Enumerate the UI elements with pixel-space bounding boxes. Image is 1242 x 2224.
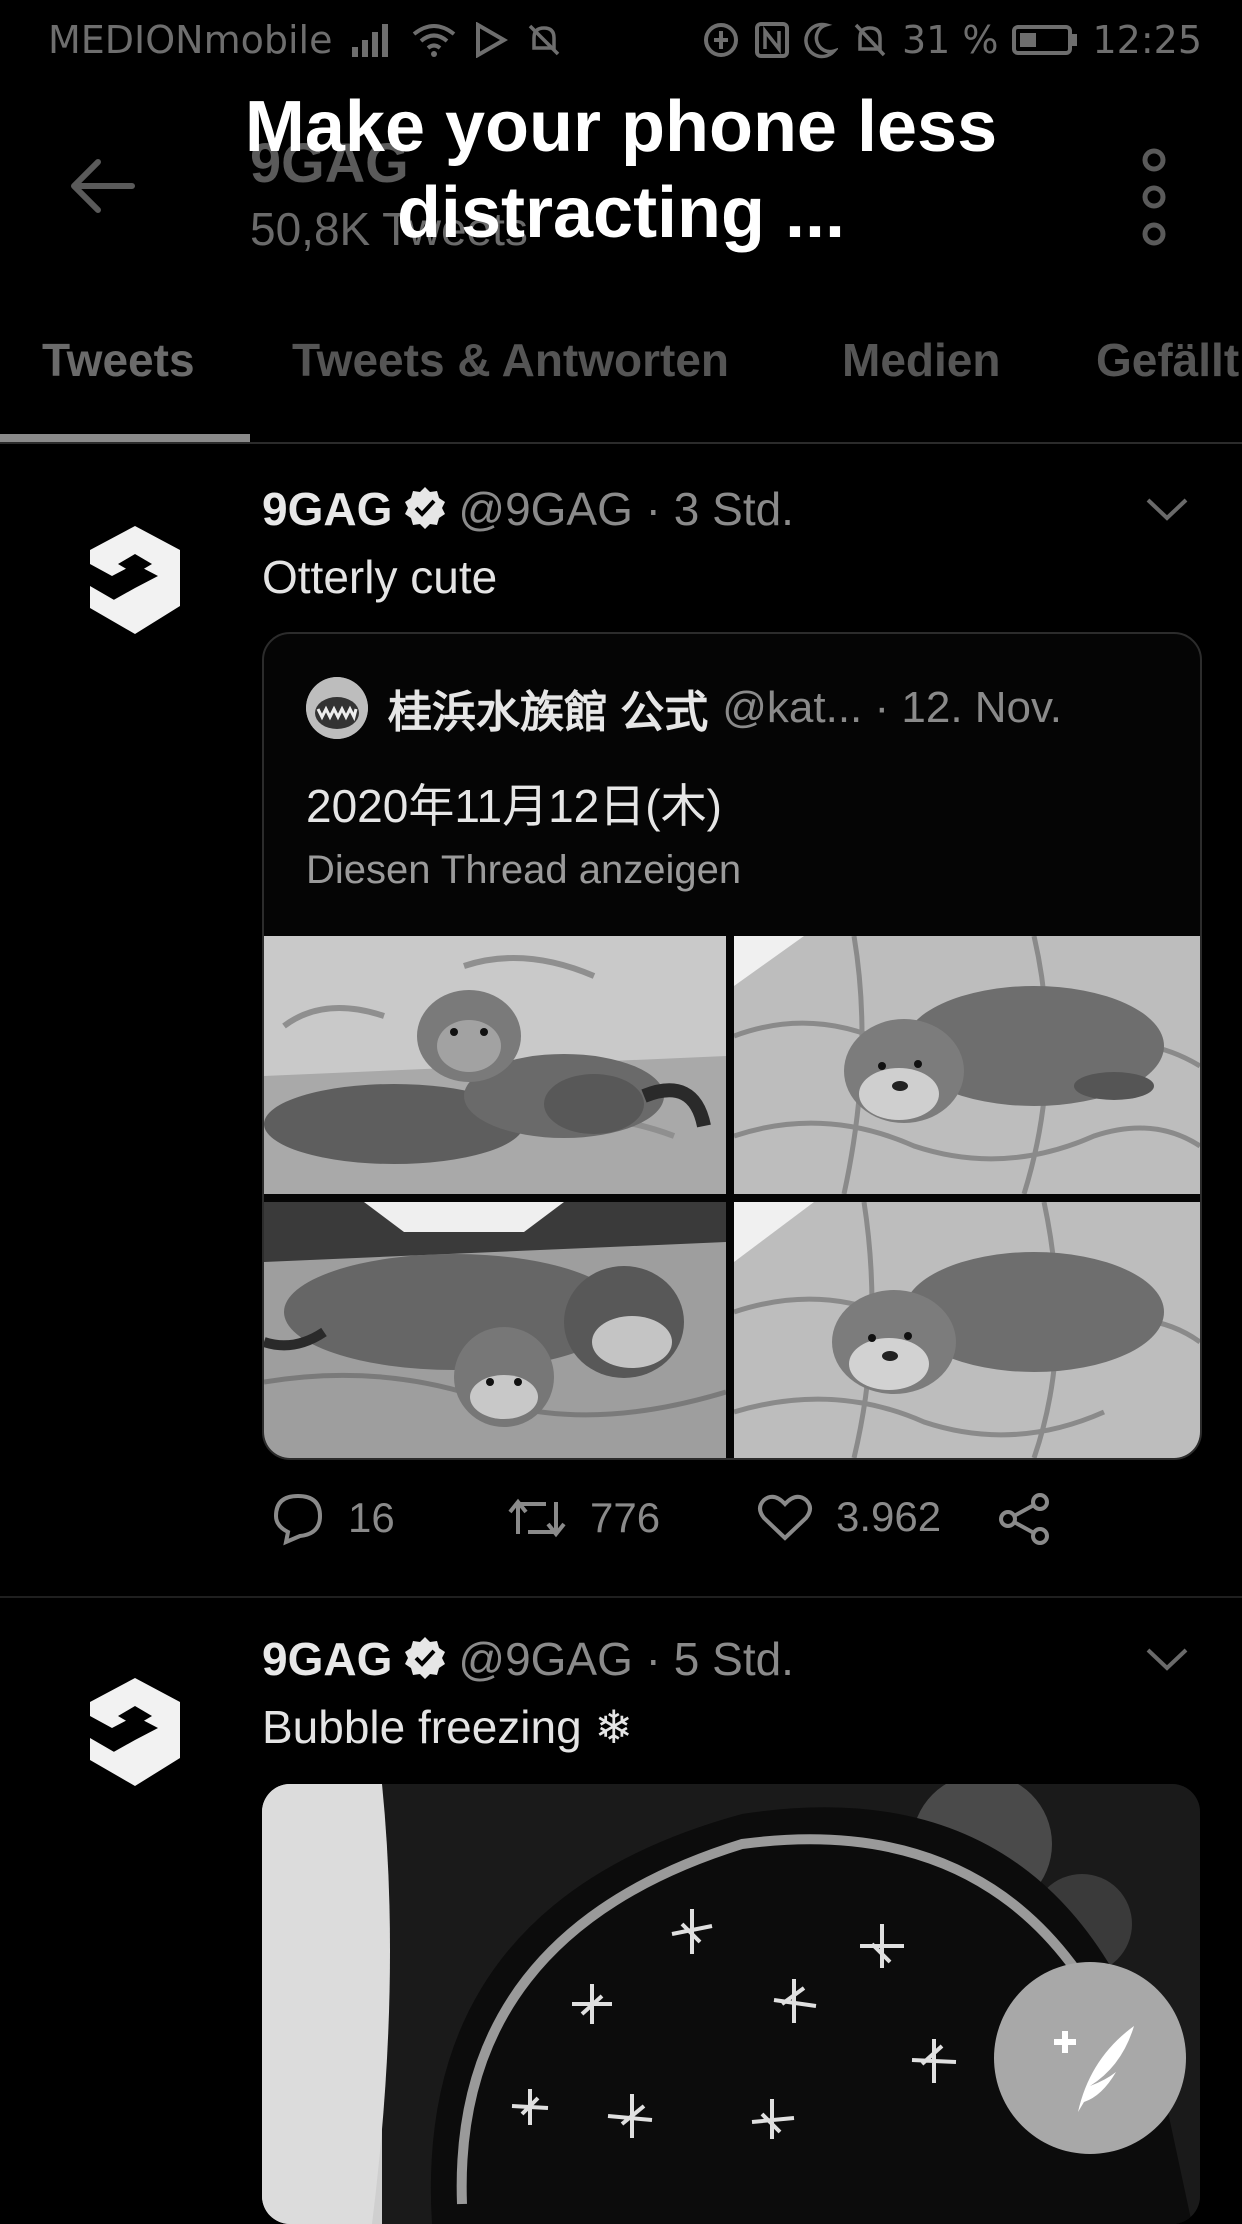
like-count: 3.962 xyxy=(836,1493,942,1540)
tab-tweets[interactable]: Tweets xyxy=(42,330,195,440)
tweet-text: Otterly cute xyxy=(262,551,498,603)
tweet-divider xyxy=(0,1596,1242,1598)
tweet-menu-button[interactable] xyxy=(1142,1640,1192,1680)
share-button[interactable] xyxy=(996,1490,1054,1548)
reply-count: 16 xyxy=(348,1494,395,1541)
tweet-menu-button[interactable] xyxy=(1142,490,1192,530)
avatar[interactable] xyxy=(80,1672,190,1792)
signal-icon xyxy=(350,23,394,57)
reply-icon xyxy=(273,1493,323,1546)
share-icon xyxy=(999,1493,1049,1545)
tab-tweets-and-replies[interactable]: Tweets & Antworten xyxy=(292,330,729,440)
profile-tabs: Tweets Tweets & Antworten Medien Gefällt… xyxy=(0,330,1242,444)
tab-media[interactable]: Medien xyxy=(842,330,1000,440)
9gag-logo-icon xyxy=(90,526,180,634)
notifications-off-icon xyxy=(526,22,562,58)
retweet-button[interactable]: 776 xyxy=(506,1490,660,1546)
overlay-line-1: Make your phone less xyxy=(244,87,998,167)
chevron-down-icon xyxy=(1146,498,1188,521)
9gag-logo-icon xyxy=(90,1678,180,1786)
otter-photo-3[interactable] xyxy=(264,1202,726,1458)
tweet-header: 9GAG @9GAG · 5 Std. xyxy=(262,1632,794,1692)
verified-badge-icon xyxy=(402,485,448,542)
compose-tweet-button[interactable] xyxy=(994,1962,1186,2154)
compose-tweet-icon xyxy=(1054,2026,1134,2112)
quoted-tweet[interactable]: 桂浜水族館 公式 @kat... · 12. Nov. 2020年11月12日(… xyxy=(262,632,1202,1460)
retweet-count: 776 xyxy=(590,1494,661,1541)
otter-photo-2[interactable] xyxy=(734,936,1200,1194)
tab-likes[interactable]: Gefällt mir xyxy=(1096,330,1242,440)
otter-photo-1[interactable] xyxy=(264,936,726,1194)
battery-icon xyxy=(1012,24,1078,56)
tweet-header: 9GAG @9GAG · 3 Std. xyxy=(262,482,794,542)
tweet-actions: 16 776 3.962 xyxy=(262,1490,1162,1570)
show-thread-link[interactable]: Diesen Thread anzeigen xyxy=(306,848,741,893)
nfc-icon xyxy=(754,21,790,59)
battery-percent: 31 % xyxy=(901,18,999,62)
reply-button[interactable]: 16 xyxy=(270,1490,395,1546)
heart-icon xyxy=(758,1494,812,1541)
otter-photo-4[interactable] xyxy=(734,1202,1200,1458)
avatar[interactable] xyxy=(80,520,190,640)
quoted-avatar xyxy=(306,677,368,739)
author-name[interactable]: 9GAG xyxy=(262,1633,392,1685)
carrier-name: MEDIONmobile xyxy=(48,18,333,62)
quoted-author-name: 桂浜水族館 公式 xyxy=(388,688,709,737)
photo-grid xyxy=(264,936,1200,1458)
active-tab-indicator xyxy=(0,434,250,442)
chevron-down-icon xyxy=(1146,1648,1188,1671)
wifi-icon xyxy=(412,22,456,58)
promo-overlay-caption: Make your phone less distracting ... xyxy=(0,84,1242,256)
status-bar: MEDIONmobile 31 % 12:25 xyxy=(0,0,1242,86)
tweet-text: Bubble freezing ❄ xyxy=(262,1701,633,1753)
quoted-author-handle-time: @kat... · 12. Nov. xyxy=(722,683,1062,732)
retweet-icon xyxy=(508,1498,566,1538)
do-not-disturb-moon-icon xyxy=(804,21,838,59)
like-button[interactable]: 3.962 xyxy=(756,1490,941,1544)
quoted-tweet-text: 2020年11月12日(木) xyxy=(306,780,722,832)
clock: 12:25 xyxy=(1092,18,1202,62)
overlay-line-2: distracting ... xyxy=(396,173,846,253)
data-saver-icon xyxy=(702,21,740,59)
verified-badge-icon xyxy=(402,1635,448,1692)
quoted-tweet-header: 桂浜水族館 公式 @kat... · 12. Nov. xyxy=(306,676,1062,740)
play-store-icon xyxy=(474,22,509,58)
alarm-off-icon xyxy=(852,21,888,59)
author-handle-time: @9GAG · 3 Std. xyxy=(458,483,794,535)
author-name[interactable]: 9GAG xyxy=(262,483,392,535)
author-handle-time: @9GAG · 5 Std. xyxy=(458,1633,794,1685)
